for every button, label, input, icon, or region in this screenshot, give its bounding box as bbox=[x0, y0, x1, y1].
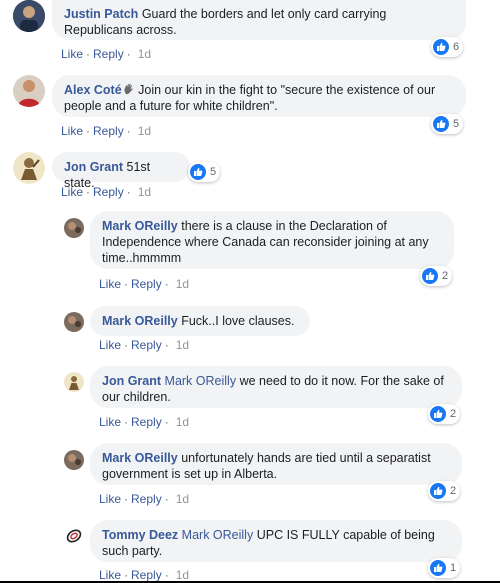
commenter-name[interactable]: Mark OReilly bbox=[102, 219, 178, 233]
like-button[interactable]: Like bbox=[99, 415, 121, 429]
avatar[interactable] bbox=[64, 372, 84, 392]
reply-actions: Like · Reply · 1d bbox=[99, 415, 190, 429]
reply-bubble: Mark OReilly Fuck..I love clauses. bbox=[90, 306, 310, 336]
mention-link[interactable]: Mark OReilly bbox=[182, 528, 254, 542]
like-button[interactable]: Like bbox=[99, 277, 121, 291]
reply-button[interactable]: Reply bbox=[131, 338, 162, 352]
comment-bubble: Alex Coté Join our kin in the fight to "… bbox=[52, 75, 466, 117]
reply-button[interactable]: Reply bbox=[93, 47, 124, 61]
reply-actions: Like · Reply · 1d bbox=[99, 338, 190, 352]
like-button[interactable]: Like bbox=[61, 185, 83, 199]
comment-actions: Like · Reply · 1d bbox=[61, 124, 152, 138]
comment-text: Fuck..I love clauses. bbox=[181, 314, 295, 328]
reply-bubble: Tommy Deez Mark OReilly UPC IS FULLY cap… bbox=[90, 520, 462, 562]
timestamp[interactable]: 1d bbox=[176, 338, 189, 352]
like-button[interactable]: Like bbox=[99, 568, 121, 582]
reaction-count[interactable]: 6 bbox=[431, 37, 464, 57]
like-button[interactable]: Like bbox=[99, 492, 121, 506]
timestamp[interactable]: 1d bbox=[138, 47, 151, 61]
timestamp[interactable]: 1d bbox=[138, 124, 151, 138]
wave-hand-icon bbox=[123, 83, 135, 95]
reply-bubble: Mark OReilly there is a clause in the De… bbox=[90, 211, 454, 269]
reply-actions: Like · Reply · 1d bbox=[99, 492, 190, 506]
like-icon bbox=[433, 39, 449, 55]
mention-link[interactable]: Mark OReilly bbox=[165, 374, 237, 388]
timestamp[interactable]: 1d bbox=[176, 568, 189, 582]
commenter-name[interactable]: Alex Coté bbox=[64, 83, 122, 97]
reply-button[interactable]: Reply bbox=[131, 277, 162, 291]
avatar[interactable] bbox=[64, 526, 84, 546]
like-icon bbox=[430, 406, 446, 422]
commenter-name[interactable]: Jon Grant bbox=[64, 160, 123, 174]
reply-button[interactable]: Reply bbox=[93, 185, 124, 199]
reply-button[interactable]: Reply bbox=[93, 124, 124, 138]
avatar[interactable] bbox=[13, 152, 45, 184]
reaction-count[interactable]: 1 bbox=[428, 558, 461, 578]
timestamp[interactable]: 1d bbox=[176, 415, 189, 429]
reply-bubble: Mark OReilly unfortunately hands are tie… bbox=[90, 443, 462, 485]
timestamp[interactable]: 1d bbox=[138, 185, 151, 199]
like-icon bbox=[430, 483, 446, 499]
like-button[interactable]: Like bbox=[99, 338, 121, 352]
like-button[interactable]: Like bbox=[61, 47, 83, 61]
reply-actions: Like · Reply · 1d bbox=[99, 568, 190, 582]
commenter-name[interactable]: Mark OReilly bbox=[102, 451, 178, 465]
commenter-name[interactable]: Jon Grant bbox=[102, 374, 161, 388]
reaction-count[interactable]: 5 bbox=[431, 114, 464, 134]
like-icon bbox=[433, 116, 449, 132]
reaction-count[interactable]: 5 bbox=[188, 162, 221, 182]
like-icon bbox=[430, 560, 446, 576]
reply-button[interactable]: Reply bbox=[131, 568, 162, 582]
timestamp[interactable]: 1d bbox=[176, 492, 189, 506]
like-icon bbox=[190, 164, 206, 180]
like-button[interactable]: Like bbox=[61, 124, 83, 138]
reaction-count[interactable]: 2 bbox=[420, 266, 453, 286]
commenter-name[interactable]: Justin Patch bbox=[64, 7, 138, 21]
avatar[interactable] bbox=[64, 218, 84, 238]
reply-actions: Like · Reply · 1d bbox=[99, 277, 190, 291]
reply-button[interactable]: Reply bbox=[131, 492, 162, 506]
comment-bubble: Jon Grant 51st state. bbox=[52, 152, 190, 190]
reaction-count[interactable]: 2 bbox=[428, 404, 461, 424]
reply-bubble: Jon Grant Mark OReilly we need to do it … bbox=[90, 366, 462, 408]
like-icon bbox=[422, 268, 438, 284]
comment-actions: Like · Reply · 1d bbox=[61, 47, 152, 61]
reply-button[interactable]: Reply bbox=[131, 415, 162, 429]
comment-bubble: Justin Patch Guard the borders and let o… bbox=[52, 0, 466, 40]
avatar[interactable] bbox=[13, 75, 45, 107]
avatar[interactable] bbox=[13, 0, 45, 32]
timestamp[interactable]: 1d bbox=[176, 277, 189, 291]
avatar[interactable] bbox=[64, 312, 84, 332]
avatar[interactable] bbox=[64, 450, 84, 470]
reaction-count[interactable]: 2 bbox=[428, 481, 461, 501]
comment-actions: Like · Reply · 1d bbox=[61, 185, 152, 199]
commenter-name[interactable]: Tommy Deez bbox=[102, 528, 178, 542]
commenter-name[interactable]: Mark OReilly bbox=[102, 314, 178, 328]
